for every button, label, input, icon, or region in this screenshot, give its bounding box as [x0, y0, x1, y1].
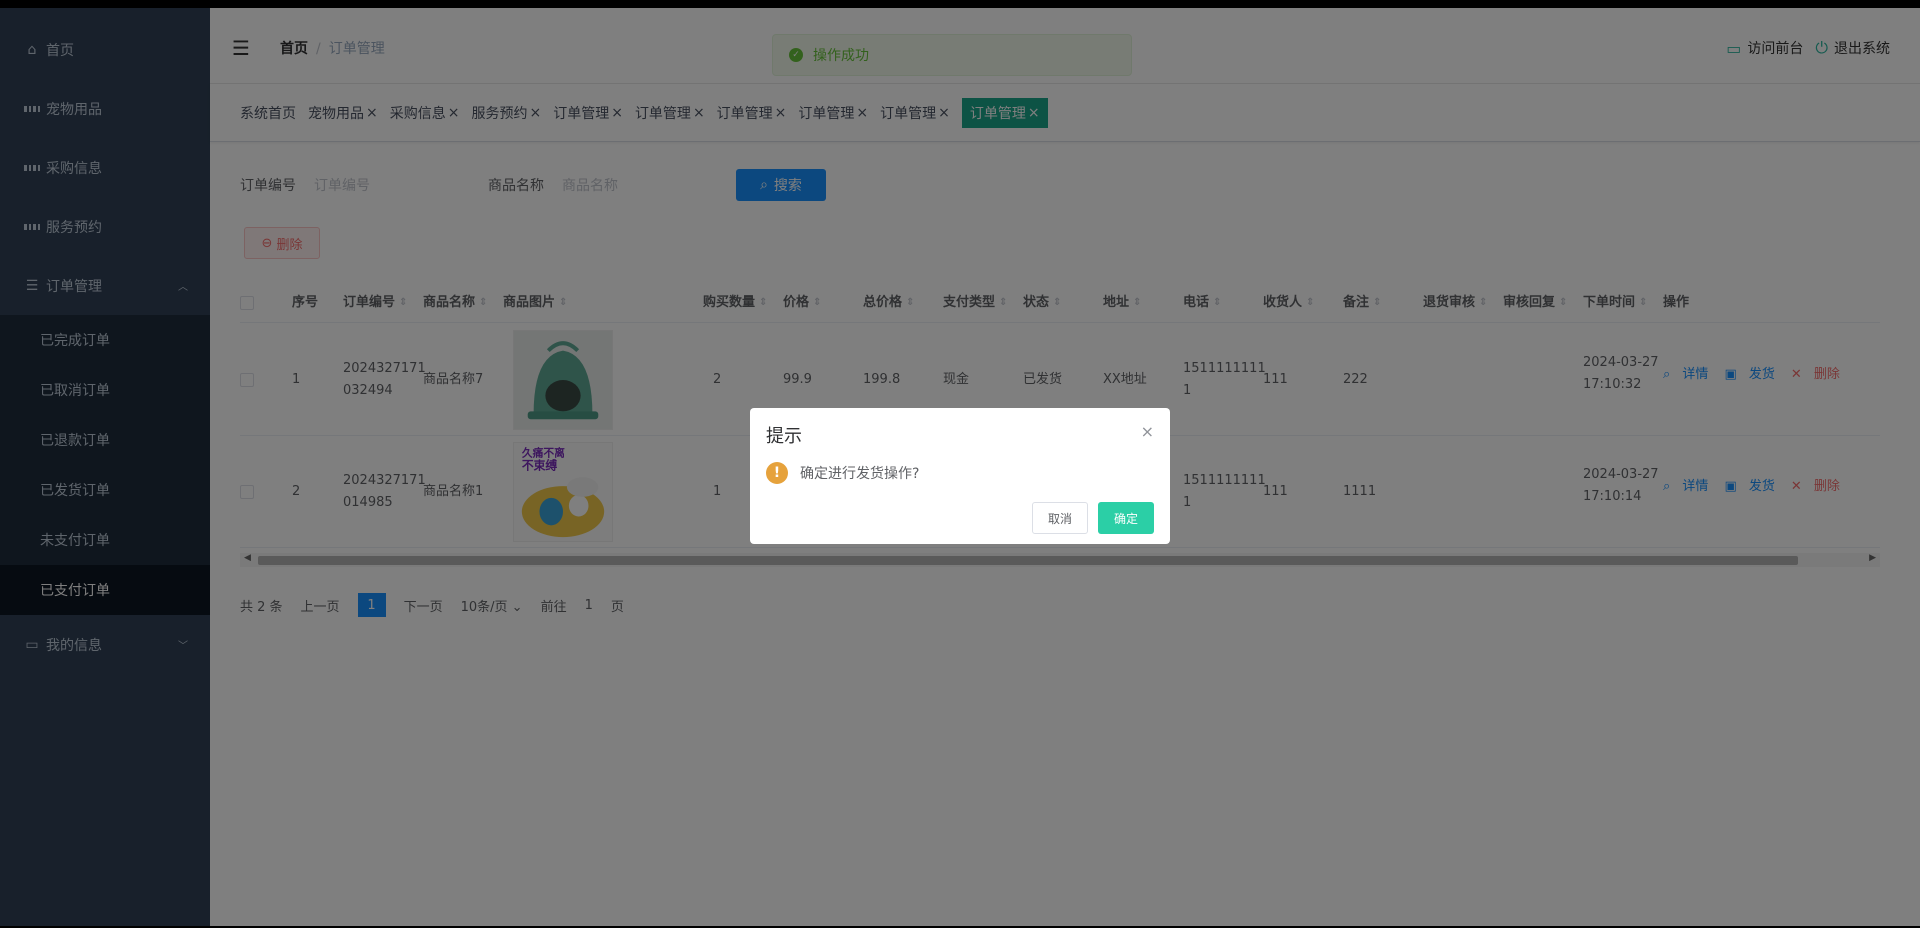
warning-icon: !	[766, 462, 788, 484]
confirm-dialog: 提示 × ! 确定进行发货操作? 取消 确定	[750, 408, 1170, 544]
dialog-body: ! 确定进行发货操作?	[766, 462, 919, 484]
modal-overlay[interactable]: 提示 × ! 确定进行发货操作? 取消 确定	[0, 8, 1920, 926]
dialog-title: 提示	[766, 426, 802, 447]
dialog-message: 确定进行发货操作?	[800, 466, 920, 482]
close-icon[interactable]: ×	[1141, 422, 1154, 441]
cancel-button[interactable]: 取消	[1032, 502, 1088, 534]
confirm-button[interactable]: 确定	[1098, 502, 1154, 534]
